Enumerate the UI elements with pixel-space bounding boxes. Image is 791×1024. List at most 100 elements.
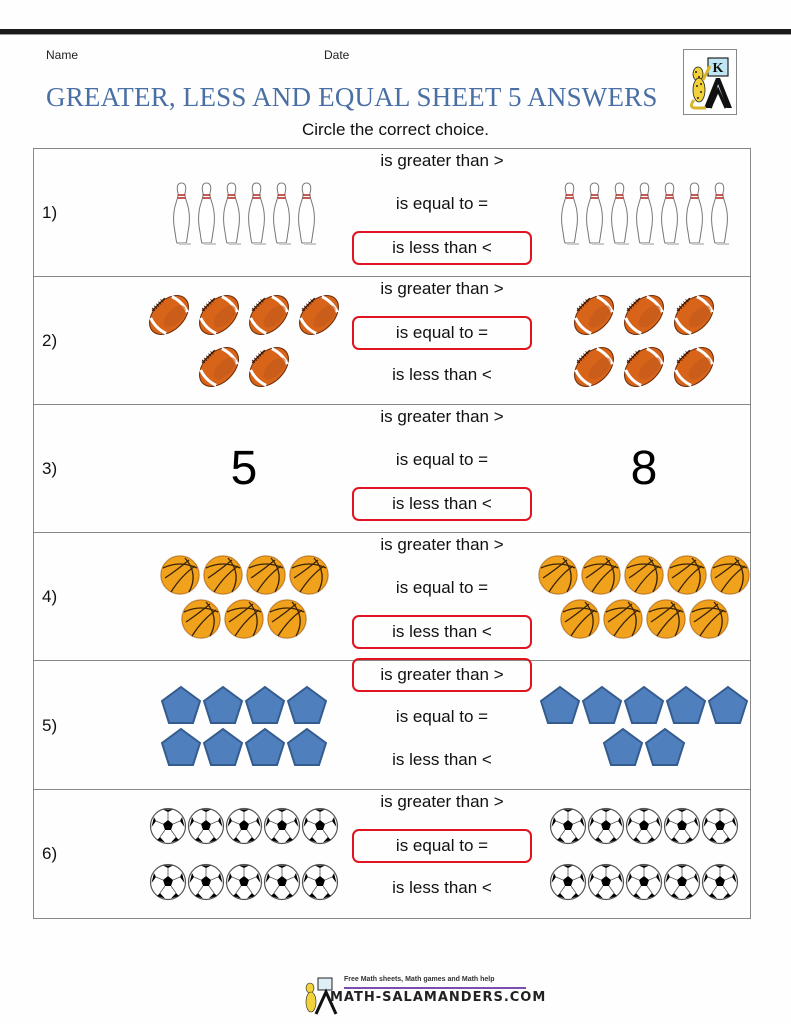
icon-row (569, 290, 719, 340)
question-number: 5) (42, 715, 58, 735)
logo-letter: K (713, 61, 724, 76)
icon-row (194, 342, 294, 392)
soccer-ball-icon (301, 807, 339, 845)
bowling-pin-icon (710, 181, 729, 245)
soccer-ball-icon (663, 863, 701, 901)
football-icon (624, 346, 664, 387)
basketball-icon (624, 554, 664, 595)
left-number: 5 (230, 442, 258, 495)
choice-equal-to[interactable]: is equal to = (352, 707, 532, 727)
icon-row (537, 554, 751, 596)
basketball-icon (202, 554, 243, 595)
soccer-ball-icon (701, 807, 739, 845)
basketball-icon (581, 554, 621, 595)
question-row: 5) is greater than > is equal to = is less … (34, 658, 750, 790)
basketball-icon (559, 598, 600, 639)
choice-less-than-circled[interactable]: is less than < (352, 487, 532, 521)
bowling-pin-icon (298, 181, 316, 245)
icon-row (569, 342, 719, 392)
choice-greater-than[interactable]: is greater than > (352, 151, 532, 171)
soccer-ball-icon (625, 863, 663, 901)
choice-equal-to-circled[interactable]: is equal to = (352, 316, 532, 350)
basketball-icon (602, 598, 643, 639)
pentagon-icon (707, 685, 749, 724)
instruction-text: Circle the correct choice. (301, 120, 490, 139)
choice-greater-than[interactable]: is greater than > (352, 279, 532, 299)
left-group (124, 533, 364, 660)
pentagon-icon (286, 685, 328, 724)
icon-row (549, 863, 739, 901)
soccer-ball-icon (663, 807, 701, 845)
pentagon-icon (665, 685, 707, 724)
bowling-pin-icon (685, 181, 704, 245)
soccer-ball-icon (225, 807, 263, 845)
date-label: Date (324, 48, 350, 62)
question-number: 6) (42, 844, 58, 863)
basketball-icon (538, 554, 578, 595)
choice-less-than[interactable]: is less than < (352, 878, 532, 898)
choice-equal-to[interactable]: is equal to = (352, 194, 532, 214)
comparison-table: 1) is greater than > is equal to = is le… (33, 148, 751, 919)
icon-row (149, 863, 339, 901)
choice-greater-than[interactable]: is greater than > (352, 535, 532, 555)
choice-equal-to-circled[interactable]: is equal to = (352, 829, 532, 863)
left-group (124, 662, 364, 789)
basketball-icon (159, 554, 200, 595)
soccer-ball-icon (187, 807, 225, 845)
question-number: 3) (42, 458, 58, 478)
basketball-icon (245, 554, 286, 595)
question-row: 3) 5 8 is greater than > is equal to = is les… (34, 405, 750, 533)
left-group (124, 277, 364, 404)
pentagon-icon (160, 727, 202, 766)
basketball-icon (267, 598, 307, 639)
page-title: GREATER, LESS AND EQUAL SHEET 5 ANSWERS (46, 82, 658, 112)
football-icon (299, 294, 339, 335)
icon-row (160, 727, 328, 767)
footer-tagline: Free Math sheets, Math games and Math he… (344, 976, 495, 983)
pentagon-icon (244, 685, 286, 724)
choice-less-than[interactable]: is less than < (352, 365, 532, 385)
soccer-ball-icon (701, 863, 739, 901)
question-row: 6) is greater than > is equal to = is le… (34, 790, 750, 918)
football-icon (574, 294, 614, 335)
right-group (529, 533, 759, 660)
footer-site-name: MATH-SALAMANDERS.COM (330, 990, 547, 1005)
football-icon (249, 346, 289, 387)
icon-row (559, 598, 730, 640)
basketball-icon (645, 598, 686, 639)
choice-less-than-circled[interactable]: is less than < (352, 231, 532, 265)
question-row: 4) is greater than > is equal to = is le… (34, 533, 750, 661)
choice-less-than-circled[interactable]: is less than < (352, 615, 532, 649)
icon-row (171, 180, 317, 246)
bowling-pin-icon (560, 181, 579, 245)
football-icon (574, 346, 614, 387)
bowling-pin-icon (273, 181, 291, 245)
soccer-ball-icon (625, 807, 663, 845)
right-group (529, 790, 759, 918)
salamander-logo: K (683, 49, 737, 115)
football-icon (674, 346, 714, 387)
footer-logo: Free Math sheets, Math games and Math he… (300, 976, 545, 1016)
soccer-ball-icon (149, 863, 187, 901)
bowling-pin-icon (198, 181, 216, 245)
left-group: 5 (124, 405, 364, 532)
name-label: Name (46, 48, 79, 62)
choice-greater-than-circled[interactable]: is greater than > (352, 658, 532, 692)
pentagon-icon (160, 685, 202, 724)
choice-greater-than[interactable]: is greater than > (352, 407, 532, 427)
choice-equal-to[interactable]: is equal to = (352, 450, 532, 470)
left-group (124, 149, 364, 276)
soccer-ball-icon (549, 863, 587, 901)
pentagon-icon (623, 685, 665, 724)
basketball-icon (667, 554, 707, 595)
right-group: 8 (529, 405, 759, 532)
question-number: 1) (42, 202, 58, 222)
soccer-ball-icon (149, 807, 187, 845)
choice-greater-than[interactable]: is greater than > (352, 792, 532, 812)
choice-less-than[interactable]: is less than < (352, 750, 532, 770)
pentagon-icon (202, 727, 244, 766)
pentagon-icon (539, 685, 581, 724)
bowling-pin-icon (610, 181, 629, 245)
icon-row (539, 685, 749, 725)
choice-equal-to[interactable]: is equal to = (352, 578, 532, 598)
